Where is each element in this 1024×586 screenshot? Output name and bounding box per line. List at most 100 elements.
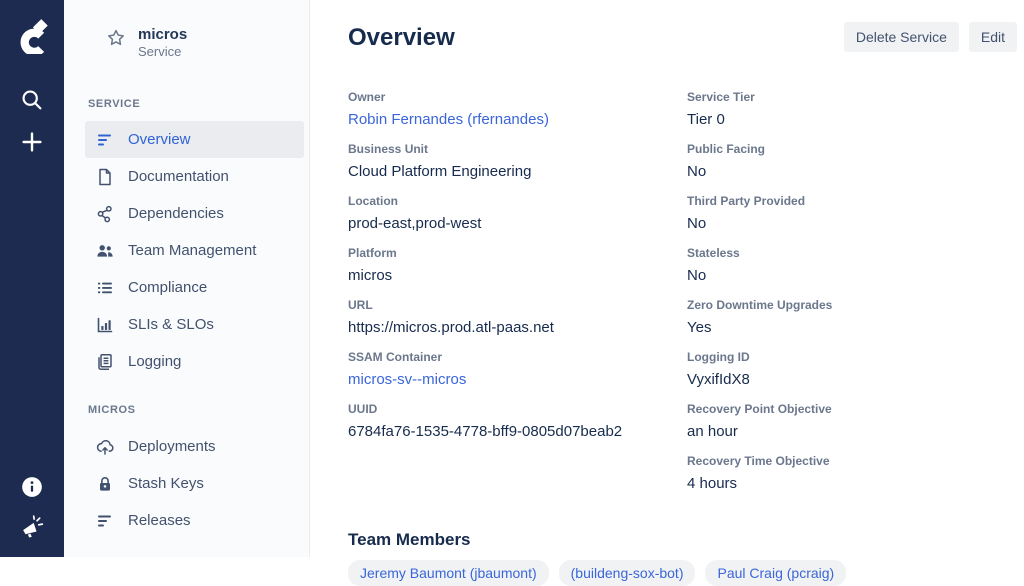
- team-member-chip[interactable]: Jeremy Baumont (jbaumont): [348, 560, 549, 586]
- sidebar-item-label: Logging: [128, 353, 181, 370]
- microscope-logo-icon[interactable]: [12, 14, 52, 54]
- field-value: No: [687, 267, 1017, 285]
- team-member-chip[interactable]: (buildeng-sox-bot): [559, 560, 696, 586]
- people-icon: [95, 241, 115, 261]
- create-plus-icon[interactable]: [20, 130, 44, 154]
- fields-left-column: Owner Robin Fernandes (rfernandes) Busin…: [348, 90, 687, 506]
- field-value: micros: [348, 267, 687, 285]
- sidebar-item-deployments[interactable]: Deployments: [85, 428, 304, 465]
- sidebar-item-label: Compliance: [128, 279, 207, 296]
- sidebar-item-team-management[interactable]: Team Management: [85, 232, 304, 269]
- field-uuid: UUID 6784fa76-1535-4778-bff9-0805d07beab…: [348, 402, 687, 441]
- field-url: URL https://micros.prod.atl-paas.net: [348, 298, 687, 337]
- service-name: micros: [138, 26, 187, 44]
- sidebar-item-logging[interactable]: Logging: [85, 343, 304, 380]
- rail-bottom-group: [20, 459, 44, 539]
- field-label: Third Party Provided: [687, 194, 1017, 208]
- sidebar-item-stash-keys[interactable]: Stash Keys: [85, 465, 304, 502]
- field-third-party-provided: Third Party Provided No: [687, 194, 1017, 233]
- app-window: micros Service SERVICE Overview Document…: [0, 0, 1024, 557]
- delete-service-button[interactable]: Delete Service: [844, 22, 959, 52]
- field-label: Logging ID: [687, 350, 1017, 364]
- sidebar-item-compliance[interactable]: Compliance: [85, 269, 304, 306]
- field-platform: Platform micros: [348, 246, 687, 285]
- field-label: Service Tier: [687, 90, 1017, 104]
- service-sidebar: micros Service SERVICE Overview Document…: [64, 0, 310, 557]
- global-rail: [0, 0, 64, 557]
- field-owner: Owner Robin Fernandes (rfernandes): [348, 90, 687, 129]
- sidebar-item-label: Releases: [128, 512, 191, 529]
- field-label: Location: [348, 194, 687, 208]
- field-service-tier: Service Tier Tier 0: [687, 90, 1017, 129]
- edit-button[interactable]: Edit: [969, 22, 1017, 52]
- sidebar-item-label: Overview: [128, 131, 191, 148]
- sidebar-item-label: Deployments: [128, 438, 216, 455]
- announcements-megaphone-icon[interactable]: [20, 515, 44, 539]
- sidebar-item-dependencies[interactable]: Dependencies: [85, 195, 304, 232]
- search-icon[interactable]: [20, 88, 44, 112]
- sidebar-item-label: Dependencies: [128, 205, 224, 222]
- service-title-block: micros Service: [138, 26, 187, 60]
- field-recovery-point-objective: Recovery Point Objective an hour: [687, 402, 1017, 441]
- log-document-icon: [95, 352, 115, 372]
- field-recovery-time-objective: Recovery Time Objective 4 hours: [687, 454, 1017, 493]
- field-value: No: [687, 163, 1017, 181]
- field-label: Owner: [348, 90, 687, 104]
- sidebar-item-label: SLIs & SLOs: [128, 316, 214, 333]
- page-title: Overview: [348, 23, 455, 52]
- field-label: Recovery Time Objective: [687, 454, 1017, 468]
- main-content: Overview Delete Service Edit Owner Robin…: [310, 0, 1024, 557]
- field-stateless: Stateless No: [687, 246, 1017, 285]
- field-value: prod-east,prod-west: [348, 215, 687, 233]
- service-type: Service: [138, 44, 187, 60]
- field-value: https://micros.prod.atl-paas.net: [348, 319, 687, 337]
- info-icon[interactable]: [20, 475, 44, 499]
- fields-right-column: Service Tier Tier 0 Public Facing No Thi…: [687, 90, 1017, 506]
- sidebar-item-overview[interactable]: Overview: [85, 121, 304, 158]
- document-icon: [95, 167, 115, 187]
- bar-chart-icon: [95, 315, 115, 335]
- overview-fields: Owner Robin Fernandes (rfernandes) Busin…: [348, 90, 1017, 506]
- ssam-container-link[interactable]: micros-sv--micros: [348, 371, 687, 389]
- field-value: 4 hours: [687, 475, 1017, 493]
- cloud-upload-icon: [95, 437, 115, 457]
- field-label: Platform: [348, 246, 687, 260]
- field-label: Zero Downtime Upgrades: [687, 298, 1017, 312]
- team-members-list: Jeremy Baumont (jbaumont) (buildeng-sox-…: [348, 560, 1017, 586]
- field-ssam-container: SSAM Container micros-sv--micros: [348, 350, 687, 389]
- field-label: UUID: [348, 402, 687, 416]
- team-members-heading: Team Members: [348, 530, 1017, 550]
- field-value: VyxifIdX8: [687, 371, 1017, 389]
- field-value: Cloud Platform Engineering: [348, 163, 687, 181]
- field-logging-id: Logging ID VyxifIdX8: [687, 350, 1017, 389]
- lock-icon: [95, 474, 115, 494]
- team-member-chip[interactable]: Paul Craig (pcraig): [705, 560, 846, 586]
- field-label: URL: [348, 298, 687, 312]
- favorite-star-icon[interactable]: [106, 28, 126, 48]
- field-business-unit: Business Unit Cloud Platform Engineering: [348, 142, 687, 181]
- owner-link[interactable]: Robin Fernandes (rfernandes): [348, 111, 687, 129]
- service-header: micros Service: [64, 26, 309, 60]
- sidebar-item-label: Team Management: [128, 242, 256, 259]
- sidebar-item-label: Documentation: [128, 168, 229, 185]
- field-label: Stateless: [687, 246, 1017, 260]
- field-public-facing: Public Facing No: [687, 142, 1017, 181]
- sidebar-item-slis-slos[interactable]: SLIs & SLOs: [85, 306, 304, 343]
- field-value: 6784fa76-1535-4778-bff9-0805d07beab2: [348, 423, 687, 441]
- sidebar-item-releases[interactable]: Releases: [85, 502, 304, 539]
- field-zero-downtime-upgrades: Zero Downtime Upgrades Yes: [687, 298, 1017, 337]
- field-value: Yes: [687, 319, 1017, 337]
- dependency-nodes-icon: [95, 204, 115, 224]
- field-label: Public Facing: [687, 142, 1017, 156]
- overview-lines-icon: [95, 130, 115, 150]
- field-value: an hour: [687, 423, 1017, 441]
- section-label-micros: MICROS: [88, 404, 309, 416]
- field-value: Tier 0: [687, 111, 1017, 129]
- header-actions: Delete Service Edit: [844, 22, 1017, 52]
- sidebar-item-documentation[interactable]: Documentation: [85, 158, 304, 195]
- sidebar-item-label: Stash Keys: [128, 475, 204, 492]
- field-label: Business Unit: [348, 142, 687, 156]
- main-header: Overview Delete Service Edit: [348, 22, 1017, 52]
- release-lines-icon: [95, 511, 115, 531]
- checklist-icon: [95, 278, 115, 298]
